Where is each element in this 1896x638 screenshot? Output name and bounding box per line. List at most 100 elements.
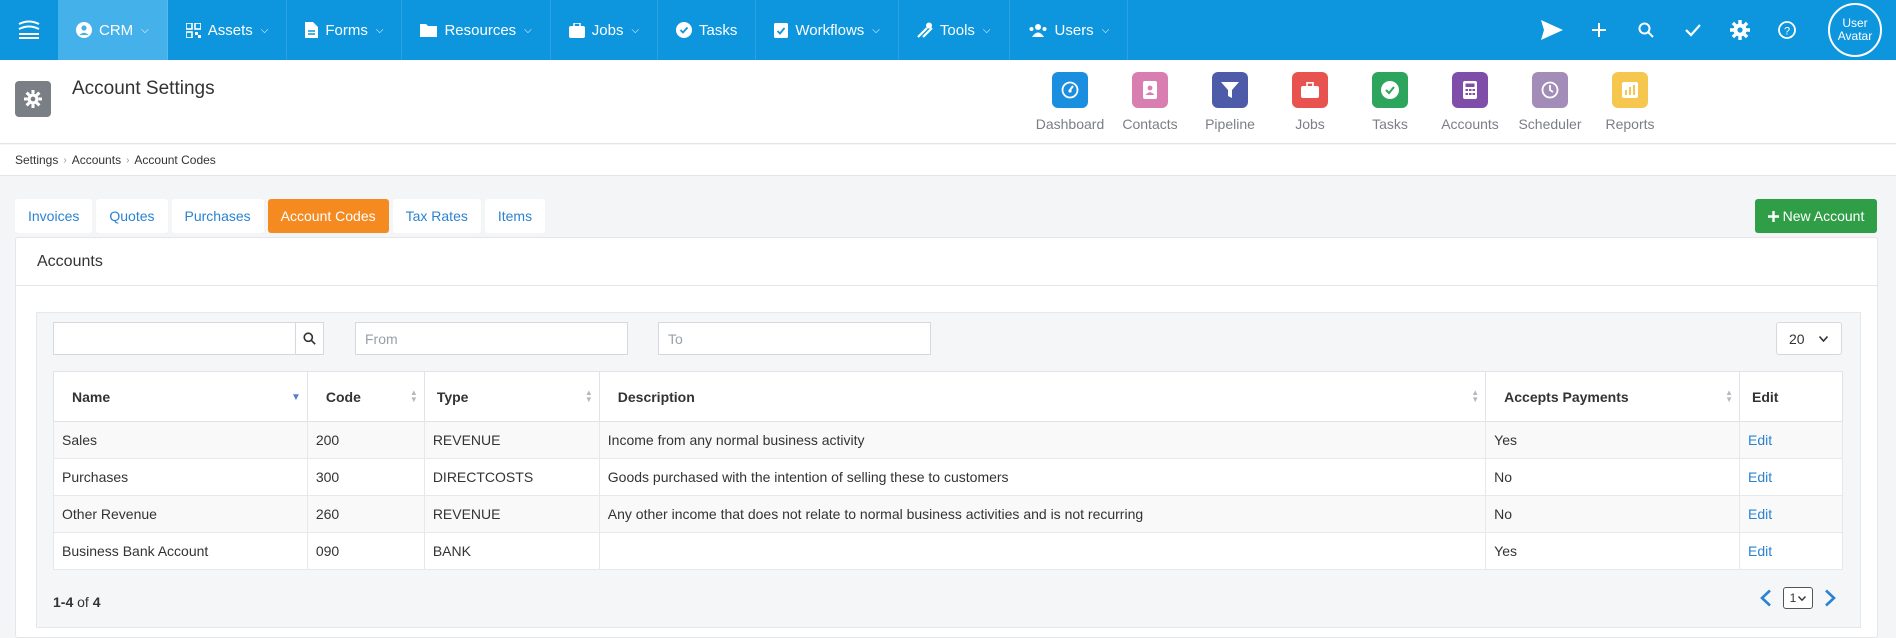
user-avatar[interactable]: User Avatar bbox=[1828, 3, 1882, 57]
breadcrumb-item-settings[interactable]: Settings bbox=[15, 153, 58, 167]
search-input[interactable] bbox=[53, 322, 296, 355]
tab-invoices[interactable]: Invoices bbox=[15, 199, 93, 233]
column-header-name[interactable]: Name ▼ bbox=[53, 371, 308, 422]
tab-purchases[interactable]: Purchases bbox=[171, 199, 264, 233]
cell-code: 300 bbox=[306, 458, 425, 496]
record-of: of bbox=[77, 594, 89, 610]
check-circle-icon bbox=[676, 22, 693, 38]
edit-link[interactable]: Edit bbox=[1748, 432, 1772, 448]
record-total: 4 bbox=[92, 594, 101, 610]
check-icon[interactable] bbox=[1669, 0, 1716, 60]
page-header: Account Settings Dashboard Contacts Pipe… bbox=[0, 60, 1896, 144]
app-pipeline[interactable]: Pipeline bbox=[1190, 72, 1270, 132]
cell-edit: Edit bbox=[1739, 532, 1843, 570]
cell-code: 200 bbox=[306, 421, 425, 459]
svg-text:?: ? bbox=[1783, 26, 1789, 38]
tab-quotes[interactable]: Quotes bbox=[96, 199, 168, 233]
cell-description: Income from any normal business activity bbox=[598, 421, 1487, 459]
table-row: Business Bank Account 090 BANK Yes Edit bbox=[53, 532, 1843, 570]
search-group bbox=[53, 322, 324, 355]
app-contacts[interactable]: Contacts bbox=[1110, 72, 1190, 132]
from-date-input[interactable] bbox=[355, 322, 628, 355]
edit-link[interactable]: Edit bbox=[1748, 506, 1772, 522]
nav-item-crm[interactable]: CRM ⌵ bbox=[58, 0, 168, 60]
nav-item-assets[interactable]: Assets ⌵ bbox=[168, 0, 288, 60]
chevron-down-icon: ⌵ bbox=[631, 24, 640, 36]
users-icon bbox=[1029, 24, 1047, 37]
cell-accepts-payments: Yes bbox=[1485, 421, 1740, 459]
cell-edit: Edit bbox=[1739, 495, 1843, 533]
tab-tax-rates[interactable]: Tax Rates bbox=[392, 199, 481, 233]
column-header-accepts-payments[interactable]: Accepts Payments ▲ ▼ bbox=[1485, 371, 1740, 422]
clipboard-check-icon bbox=[774, 23, 789, 38]
nav-item-tools[interactable]: Tools ⌵ bbox=[899, 0, 1010, 60]
check-circle-icon bbox=[1372, 72, 1408, 108]
search-icon[interactable] bbox=[1622, 0, 1669, 60]
app-reports[interactable]: Reports bbox=[1590, 72, 1670, 132]
column-header-description[interactable]: Description ▲ ▼ bbox=[598, 371, 1487, 422]
column-header-type[interactable]: Type ▲ ▼ bbox=[423, 371, 600, 422]
tools-icon bbox=[917, 22, 933, 38]
app-tasks[interactable]: Tasks bbox=[1350, 72, 1430, 132]
chevron-down-icon: ⌵ bbox=[1101, 24, 1110, 36]
top-nav: CRM ⌵ Assets ⌵ Forms ⌵ Resources ⌵ Jobs ⌵ Tas… bbox=[0, 0, 1896, 60]
cell-edit: Edit bbox=[1739, 458, 1843, 496]
calculator-icon bbox=[1452, 72, 1488, 108]
breadcrumb-item-accounts[interactable]: Accounts bbox=[72, 153, 121, 167]
send-icon[interactable] bbox=[1528, 0, 1575, 60]
briefcase-icon bbox=[1292, 72, 1328, 108]
cell-name: Other Revenue bbox=[53, 495, 308, 533]
page-select[interactable]: 1 bbox=[1783, 587, 1813, 609]
chevron-down-icon: ⌵ bbox=[982, 24, 991, 36]
nav-item-forms[interactable]: Forms ⌵ bbox=[287, 0, 403, 60]
sort-icon: ▲ ▼ bbox=[409, 388, 418, 404]
current-page: 1 bbox=[1789, 591, 1797, 605]
chevron-left-icon[interactable] bbox=[1759, 589, 1773, 607]
app-dashboard[interactable]: Dashboard bbox=[1030, 72, 1110, 132]
nav-item-users[interactable]: Users ⌵ bbox=[1010, 0, 1129, 60]
cell-type: REVENUE bbox=[423, 495, 600, 533]
gear-icon[interactable] bbox=[1716, 0, 1763, 60]
chevron-right-icon[interactable] bbox=[1823, 589, 1837, 607]
nav-actions: ? User Avatar bbox=[1528, 0, 1896, 60]
chevron-down-icon bbox=[1818, 335, 1828, 342]
cell-name: Purchases bbox=[53, 458, 308, 496]
page-size-select[interactable]: 20 bbox=[1776, 322, 1842, 355]
nav-item-tasks[interactable]: Tasks bbox=[658, 0, 757, 60]
chevron-down-icon: ⌵ bbox=[260, 24, 269, 36]
nav-item-resources[interactable]: Resources ⌵ bbox=[402, 0, 551, 60]
tab-items[interactable]: Items bbox=[484, 199, 546, 233]
column-header-edit: Edit bbox=[1739, 371, 1843, 422]
app-jobs[interactable]: Jobs bbox=[1270, 72, 1350, 132]
clock-icon bbox=[1532, 72, 1568, 108]
cell-description: Goods purchased with the intention of se… bbox=[598, 458, 1487, 496]
table-row: Purchases 300 DIRECTCOSTS Goods purchase… bbox=[53, 458, 1843, 496]
file-icon bbox=[305, 22, 319, 38]
cell-accepts-payments: No bbox=[1485, 458, 1740, 496]
app-label: Contacts bbox=[1122, 116, 1178, 132]
to-date-input[interactable] bbox=[658, 322, 931, 355]
tab-account-codes[interactable]: Account Codes bbox=[267, 199, 389, 233]
chevron-down-icon: ⌵ bbox=[524, 24, 532, 36]
column-header-label: Code bbox=[325, 388, 361, 405]
edit-link[interactable]: Edit bbox=[1748, 469, 1772, 485]
chevron-right-icon: › bbox=[126, 154, 130, 166]
column-header-code[interactable]: Code ▲ ▼ bbox=[306, 371, 425, 422]
app-scheduler[interactable]: Scheduler bbox=[1510, 72, 1590, 132]
help-icon[interactable]: ? bbox=[1763, 0, 1810, 60]
nav-item-workflows[interactable]: Workflows ⌵ bbox=[756, 0, 899, 60]
plus-icon[interactable] bbox=[1575, 0, 1622, 60]
cell-name: Sales bbox=[53, 421, 308, 459]
nav-item-jobs[interactable]: Jobs ⌵ bbox=[551, 0, 659, 60]
app-accounts[interactable]: Accounts bbox=[1430, 72, 1510, 132]
pagination: 1 bbox=[1759, 587, 1837, 609]
new-account-label: New Account bbox=[1782, 208, 1865, 224]
table-row: Other Revenue 260 REVENUE Any other inco… bbox=[53, 495, 1843, 533]
gear-icon bbox=[15, 81, 51, 117]
new-account-button[interactable]: New Account bbox=[1755, 199, 1877, 233]
cell-description: Any other income that does not relate to… bbox=[598, 495, 1487, 533]
edit-link[interactable]: Edit bbox=[1748, 543, 1772, 559]
app-logo-icon[interactable] bbox=[0, 0, 58, 60]
column-header-label: Name bbox=[72, 388, 111, 405]
search-button[interactable] bbox=[295, 322, 324, 355]
